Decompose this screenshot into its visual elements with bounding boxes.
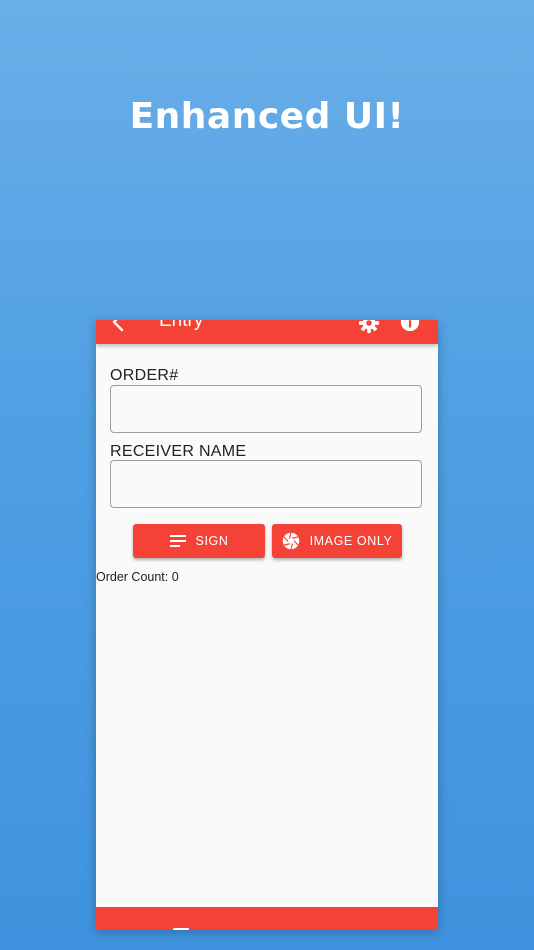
sign-button-label: SIGN <box>195 534 229 548</box>
order-label: ORDER# <box>110 367 179 384</box>
bottom-bar <box>96 907 438 930</box>
promo-headline: Enhanced UI! <box>129 96 405 137</box>
info-icon[interactable] <box>399 320 421 333</box>
app-bar: Entry <box>96 320 438 344</box>
order-count-text: Order Count: 0 <box>96 570 179 584</box>
gear-icon[interactable] <box>358 320 380 334</box>
order-number-input[interactable] <box>110 385 422 433</box>
image-only-button[interactable]: IMAGE ONLY <box>272 524 402 558</box>
page-title: Entry <box>159 320 204 331</box>
home-indicator <box>173 928 189 930</box>
receiver-name-input[interactable] <box>110 460 422 508</box>
image-only-button-label: IMAGE ONLY <box>309 534 393 548</box>
back-arrow-icon[interactable] <box>110 320 126 332</box>
receiver-name-label: RECEIVER NAME <box>110 443 247 460</box>
lines-icon <box>169 535 186 547</box>
camera-shutter-icon <box>282 532 299 550</box>
phone-screen: Entry ORDER# RECEIVER NAME SIGN IMAGE ON… <box>96 320 438 930</box>
sign-button[interactable]: SIGN <box>133 524 265 558</box>
